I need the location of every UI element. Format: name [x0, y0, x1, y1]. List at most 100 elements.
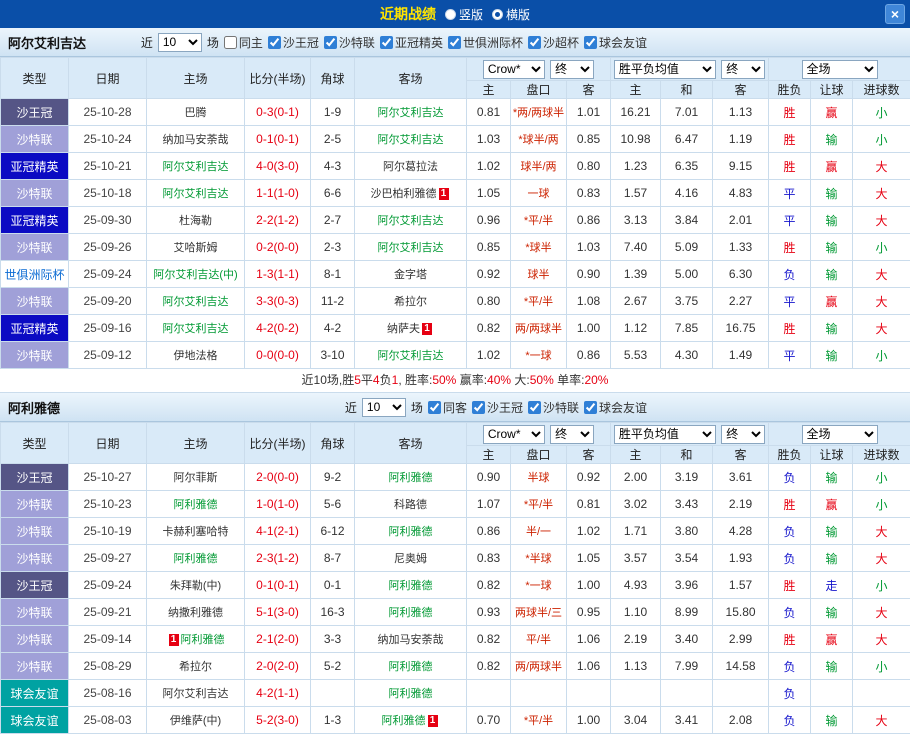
away-team-name: 阿利雅德 — [388, 580, 433, 592]
summary-segment: 赢率: — [456, 373, 488, 387]
checkbox-icon[interactable] — [223, 35, 237, 49]
goals-result-cell: 大 — [852, 314, 910, 342]
table-row: 沙特联 25-09-20 阿尔艾利吉达 3-3(0-3) 11-2 希拉尔 0.80 *平/半… — [0, 287, 910, 315]
recent-count-select[interactable]: 10 — [361, 397, 406, 417]
avg-select[interactable]: 胜平负均值 — [613, 59, 716, 79]
summary-segment: 5 — [354, 373, 361, 387]
home-team-name: 艾哈斯姆 — [173, 242, 218, 254]
layout-radio-horizontal[interactable]: 横版 — [492, 6, 530, 23]
match-score: 4-2(1-1) — [244, 679, 311, 707]
filter-checkbox-2[interactable]: 沙特联 — [323, 34, 375, 51]
handicap-result-cell: 赢 — [810, 490, 854, 518]
filter-checkbox-1[interactable]: 沙王冠 — [267, 34, 319, 51]
away-odds: 1.06 — [565, 652, 612, 680]
summary-segment: 单率: — [553, 373, 585, 387]
checkbox-icon[interactable] — [379, 35, 393, 49]
col-header-score: 比分(半场) — [244, 422, 311, 464]
bookmaker-select[interactable]: Crow* — [482, 424, 545, 444]
away-team-cell: 阿利雅德 — [354, 463, 467, 491]
filter-checkbox-6[interactable]: 球会友谊 — [583, 34, 647, 51]
away-odds: 1.00 — [565, 571, 612, 599]
table-row: 沙特联 25-09-26 艾哈斯姆 0-2(0-0) 2-3 阿尔艾利吉达 0.85 *球半 1… — [0, 233, 910, 261]
filter-checkbox-4[interactable]: 世俱洲际杯 — [447, 34, 523, 51]
away-odds: 0.95 — [565, 598, 612, 626]
away-team-cell: 阿尔葛拉法 — [354, 152, 467, 180]
avg-away-odds: 14.58 — [712, 652, 770, 680]
result-cell: 负 — [768, 260, 812, 288]
checkbox-icon[interactable] — [527, 35, 541, 49]
checkbox-icon[interactable] — [427, 400, 441, 414]
avg-draw-odds: 3.54 — [660, 544, 714, 572]
goals-result-cell: 大 — [852, 625, 910, 653]
home-team-name: 阿利雅德 — [173, 553, 218, 565]
avg-home-odds: 2.00 — [610, 463, 662, 491]
avg-select-cell: 胜平负均值 终 — [610, 422, 770, 446]
goals-result-cell: 大 — [852, 598, 910, 626]
match-date: 25-10-24 — [68, 125, 147, 153]
match-date: 25-08-16 — [68, 679, 147, 707]
col-header-goals: 进球数 — [852, 445, 910, 464]
avg-home-odds: 1.12 — [610, 314, 662, 342]
handicap-result-cell: 输 — [810, 125, 854, 153]
checkbox-icon[interactable] — [447, 35, 461, 49]
match-score: 2-0(2-0) — [244, 652, 311, 680]
filter-checkbox-2[interactable]: 沙特联 — [527, 399, 579, 416]
avg-select[interactable]: 胜平负均值 — [613, 424, 716, 444]
home-team-name: 杜海勒 — [179, 215, 212, 227]
handicap-line: *球半 — [510, 233, 567, 261]
away-team-cell: 沙巴柏利雅德 1 — [354, 179, 467, 207]
match-type-badge: 沙王冠 — [0, 98, 69, 126]
checkbox-icon[interactable] — [323, 35, 337, 49]
match-type-badge: 球会友谊 — [0, 679, 69, 707]
result-cell: 负 — [768, 706, 812, 734]
scope-select[interactable]: 全场 — [801, 424, 878, 444]
col-header-result: 胜负 — [768, 80, 812, 99]
goals-result-cell: 小 — [852, 98, 910, 126]
handicap-line: *半球 — [510, 544, 567, 572]
scope-select[interactable]: 全场 — [801, 59, 878, 79]
home-team-name: 伊维萨(中) — [169, 715, 222, 727]
summary-segment: 大: — [511, 373, 530, 387]
result-cell: 胜 — [768, 571, 812, 599]
col-header-home: 主场 — [146, 57, 245, 99]
layout-radio-vertical[interactable]: 竖版 — [444, 6, 483, 23]
col-header-goals: 进球数 — [852, 80, 910, 99]
avg-time-select[interactable]: 终 — [721, 59, 766, 79]
odds-time-select[interactable]: 终 — [550, 424, 595, 444]
avg-draw-odds — [660, 679, 714, 707]
filter-checkbox-0[interactable]: 同主 — [223, 34, 263, 51]
recent-count-select[interactable]: 10 — [157, 32, 202, 52]
checkbox-icon[interactable] — [471, 400, 485, 414]
match-score: 0-3(0-1) — [244, 98, 311, 126]
avg-away-odds: 2.01 — [712, 206, 770, 234]
filter-checkbox-5[interactable]: 沙超杯 — [527, 34, 579, 51]
avg-time-select[interactable]: 终 — [721, 424, 766, 444]
odds-time-select[interactable]: 终 — [550, 59, 595, 79]
goals-result-cell: 小 — [852, 125, 910, 153]
close-icon[interactable]: × — [885, 4, 905, 24]
home-team-cell: 杜海勒 — [146, 206, 245, 234]
checkbox-icon[interactable] — [583, 35, 597, 49]
away-team-name: 阿利雅德 — [388, 472, 433, 484]
col-header-date: 日期 — [68, 422, 147, 464]
match-type-badge: 沙特联 — [0, 233, 69, 261]
handicap-result-cell: 输 — [810, 233, 854, 261]
table-row: 球会友谊 25-08-16 阿尔艾利吉达 4-2(1-1) 阿利雅德 负 — [0, 679, 910, 707]
goals-result-cell: 大 — [852, 517, 910, 545]
col-header-type: 类型 — [0, 57, 69, 99]
filter-checkbox-1[interactable]: 沙王冠 — [471, 399, 523, 416]
bookmaker-select[interactable]: Crow* — [482, 59, 545, 79]
checkbox-icon[interactable] — [583, 400, 597, 414]
home-team-name: 阿尔艾利吉达 — [162, 688, 229, 700]
checkbox-icon[interactable] — [267, 35, 281, 49]
checkbox-icon[interactable] — [527, 400, 541, 414]
avg-draw-odds: 3.41 — [660, 706, 714, 734]
match-score: 5-1(3-0) — [244, 598, 311, 626]
filter-checkbox-3[interactable]: 亚冠精英 — [379, 34, 443, 51]
recent-label: 近 — [344, 400, 357, 415]
filter-checkbox-0[interactable]: 同客 — [427, 399, 467, 416]
summary-segment: 负 — [379, 373, 392, 387]
table-row: 沙王冠 25-10-27 阿尔菲斯 2-0(0-0) 9-2 阿利雅德 0.90 半球 0.92… — [0, 463, 910, 491]
away-team-name: 阿利雅德 — [381, 715, 426, 727]
filter-checkbox-3[interactable]: 球会友谊 — [583, 399, 647, 416]
